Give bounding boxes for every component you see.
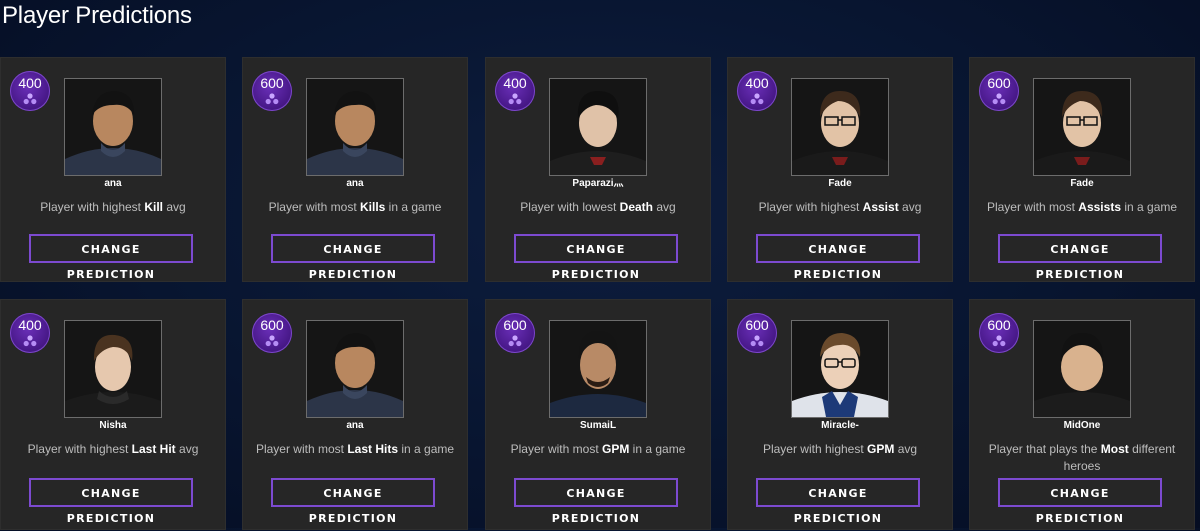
shards-icon (508, 93, 522, 105)
player-name: MidOne (1063, 420, 1101, 431)
change-prediction-button[interactable]: CHANGE PREDICTION (514, 234, 678, 281)
prediction-description: Player with most Kills in a game (268, 200, 442, 214)
player-name: Nisha (99, 420, 127, 431)
points-badge: 600 (252, 313, 292, 353)
points-badge: 400 (10, 313, 50, 353)
shards-icon (508, 335, 522, 347)
points-badge: 400 (737, 71, 777, 111)
shards-icon (750, 93, 764, 105)
change-prediction-button[interactable]: CHANGE PREDICTION (271, 478, 435, 525)
prediction-description: Player with most Assists in a game (986, 200, 1178, 214)
prediction-card-most-kills-game: 600 ana Player with most Kills in a game… (242, 57, 468, 282)
page-title: Player Predictions (2, 2, 192, 29)
change-prediction-button[interactable]: CHANGE PREDICTION (998, 234, 1162, 281)
player-portrait (791, 320, 889, 418)
prediction-description: Player with most Last Hits in a game (255, 442, 455, 456)
prediction-description: Player with lowest Death avg (520, 200, 676, 214)
prediction-card-most-assists-game: 600 Fade Player with most Assists in a g… (969, 57, 1195, 282)
prediction-card-most-last-hits-game: 600 ana Player with most Last Hits in a … (242, 299, 468, 530)
prediction-description: Player with highest Kill avg (40, 200, 186, 214)
prediction-card-lowest-death-avg: 400 Paparazi灬 Player with lowest Death a… (485, 57, 711, 282)
change-prediction-button[interactable]: CHANGE PREDICTION (756, 234, 920, 281)
shards-icon (992, 93, 1006, 105)
player-name: Miracle- (821, 420, 859, 431)
prediction-card-most-gpm-game: 600 SumaiL Player with most GPM in a gam… (485, 299, 711, 530)
prediction-card-highest-kill-avg: 400 ana Player with highest Kill avg CHA… (0, 57, 226, 282)
points-badge: 600 (737, 313, 777, 353)
prediction-description: Player with highest Last Hit avg (27, 442, 199, 456)
player-name: ana (346, 420, 364, 431)
player-name: Fade (828, 178, 852, 189)
change-prediction-button[interactable]: CHANGE PREDICTION (998, 478, 1162, 525)
change-prediction-button[interactable]: CHANGE PREDICTION (514, 478, 678, 525)
points-badge: 600 (979, 71, 1019, 111)
prediction-card-highest-assist-avg: 400 Fade Player with highest Assist avg … (727, 57, 953, 282)
prediction-description: Player with highest GPM avg (762, 442, 918, 456)
prediction-description: Player with most GPM in a game (510, 442, 686, 456)
player-name: Fade (1070, 178, 1094, 189)
points-badge: 400 (495, 71, 535, 111)
change-prediction-button[interactable]: CHANGE PREDICTION (29, 234, 193, 281)
predictions-grid: 400 ana Player with highest Kill avg CHA… (0, 57, 1200, 530)
points-badge: 400 (10, 71, 50, 111)
player-portrait (791, 78, 889, 176)
player-name: ana (346, 178, 364, 189)
shards-icon (992, 335, 1006, 347)
shards-icon (23, 335, 37, 347)
player-name: SumaiL (579, 420, 617, 431)
player-portrait (64, 78, 162, 176)
player-portrait (306, 78, 404, 176)
player-portrait (1033, 78, 1131, 176)
player-portrait (64, 320, 162, 418)
prediction-description: Player with highest Assist avg (758, 200, 922, 214)
points-badge: 600 (252, 71, 292, 111)
player-portrait (549, 78, 647, 176)
change-prediction-button[interactable]: CHANGE PREDICTION (29, 478, 193, 525)
shards-icon (750, 335, 764, 347)
prediction-description: Player that plays the Most different her… (988, 442, 1176, 473)
prediction-card-most-different-heroes: 600 MidOne Player that plays the Most di… (969, 299, 1195, 530)
player-portrait (1033, 320, 1131, 418)
prediction-card-highest-gpm-avg: 600 Miracle- Player with highest GPM avg… (727, 299, 953, 530)
points-badge: 600 (979, 313, 1019, 353)
player-portrait (306, 320, 404, 418)
player-name: Paparazi灬 (572, 178, 624, 189)
change-prediction-button[interactable]: CHANGE PREDICTION (756, 478, 920, 525)
prediction-card-highest-last-hit-avg: 400 Nisha Player with highest Last Hit a… (0, 299, 226, 530)
shards-icon (265, 335, 279, 347)
player-portrait (549, 320, 647, 418)
points-badge: 600 (495, 313, 535, 353)
shards-icon (265, 93, 279, 105)
player-name: ana (104, 178, 122, 189)
shards-icon (23, 93, 37, 105)
change-prediction-button[interactable]: CHANGE PREDICTION (271, 234, 435, 281)
